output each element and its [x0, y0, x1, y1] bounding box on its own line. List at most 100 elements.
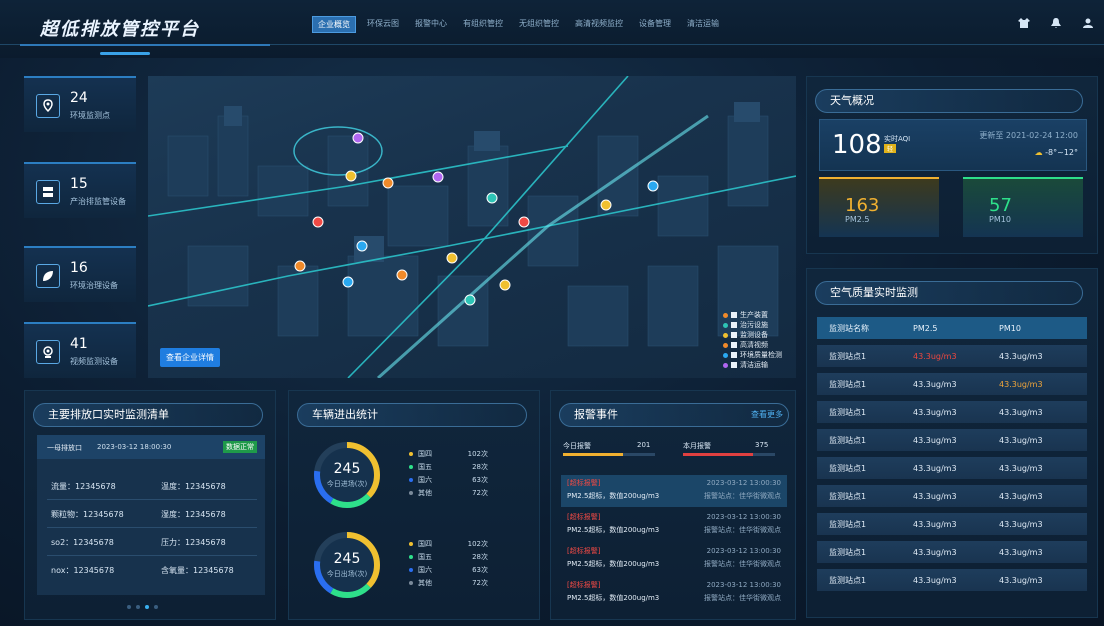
- alarm-time: 2023-03-12 13:00:30: [706, 513, 781, 521]
- column-header: PM10: [999, 323, 1021, 333]
- alarm-item[interactable]: [超标报警] PM2.5超标，数值200ug/m3 2023-03-12 13:…: [561, 543, 787, 575]
- carousel-dot[interactable]: [136, 605, 140, 609]
- station-name: 监测站点1: [829, 379, 867, 389]
- pm25-cell: 43.3ug/m3: [913, 351, 957, 361]
- metric-humidity: 湿度：12345678: [161, 510, 226, 519]
- pm10-cell: 43.3ug/m3: [999, 351, 1043, 361]
- legend-item[interactable]: 环境质量检测: [723, 350, 782, 360]
- legend-item[interactable]: 治污设施: [723, 320, 782, 330]
- legend-item[interactable]: 监测设备: [723, 330, 782, 340]
- list-item: 其他 72次: [409, 486, 488, 499]
- legend-dot: [723, 322, 728, 328]
- nav-item-alarm-center[interactable]: 报警中心: [410, 16, 452, 33]
- legend-label: 高清视频: [740, 341, 768, 349]
- month-bar-fill: [683, 453, 753, 456]
- table-row[interactable]: 监测站点1 43.3ug/m3 43.3ug/m3: [817, 513, 1087, 535]
- checkbox-icon: [731, 352, 737, 358]
- metric-particulate: 颗粒物：12345678: [51, 510, 124, 519]
- view-more-link[interactable]: 查看更多: [751, 409, 783, 420]
- nav-item-video[interactable]: 高清视频监控: [570, 16, 628, 33]
- column-header: PM2.5: [913, 323, 938, 333]
- carousel-dot[interactable]: [154, 605, 158, 609]
- stat-label: 环境治理设备: [70, 281, 118, 290]
- legend-dot: [409, 490, 413, 495]
- discharge-card-header: 一母排放口 2023-03-12 18:00:30 数据正常: [37, 435, 265, 459]
- legend-item[interactable]: 高清视频: [723, 340, 782, 350]
- pm25-cell: 43.3ug/m3: [913, 547, 957, 557]
- checkbox-icon: [731, 342, 737, 348]
- carousel-dot[interactable]: [145, 605, 149, 609]
- alarm-time: 2023-03-12 13:00:30: [706, 547, 781, 555]
- entry-breakdown: 国四 102次 国五 28次 国六 63次 其他 72次: [409, 447, 488, 499]
- month-alarm-value: 375: [755, 441, 769, 449]
- table-row[interactable]: 监测站点1 43.3ug/m3 43.3ug/m3: [817, 401, 1087, 423]
- legend-dot: [409, 567, 413, 572]
- legend-dot: [723, 332, 728, 338]
- list-item: 国四 102次: [409, 447, 488, 460]
- alarm-panel: 报警事件 查看更多 今日报警 201 本月报警 375 [超标报警] PM2.5…: [550, 390, 796, 620]
- leaf-icon: [36, 264, 60, 288]
- alarm-type: [超标报警]: [567, 479, 601, 487]
- alarm-type: [超标报警]: [567, 581, 601, 589]
- column-header: 监测站名称: [829, 323, 869, 333]
- nav-item-transport[interactable]: 清洁运输: [682, 16, 724, 33]
- discharge-card: 一母排放口 2023-03-12 18:00:30 数据正常 流量：123456…: [37, 435, 265, 595]
- legend-item[interactable]: 生产装置: [723, 310, 782, 320]
- alarm-item[interactable]: [超标报警] PM2.5超标，数值200ug/m3 2023-03-12 13:…: [561, 475, 787, 507]
- list-item: 国六 63次: [409, 473, 488, 486]
- view-enterprise-button[interactable]: 查看企业详情: [160, 348, 220, 367]
- nav-item-cloud[interactable]: 环保云图: [362, 16, 404, 33]
- divider: [47, 527, 257, 528]
- table-row[interactable]: 监测站点1 43.3ug/m3 43.3ug/m3: [817, 541, 1087, 563]
- legend-dot: [723, 352, 728, 358]
- alarm-item[interactable]: [超标报警] PM2.5超标，数值200ug/m3 2023-03-12 13:…: [561, 577, 787, 609]
- aqi-level-badge: 轻: [884, 144, 897, 153]
- metric-nox: nox：12345678: [51, 566, 115, 575]
- metric-so2: so2：12345678: [51, 538, 114, 547]
- stat-card-supervision-devices: 15 产治排监管设备: [24, 162, 136, 218]
- table-row[interactable]: 监测站点1 43.3ug/m3 43.3ug/m3: [817, 457, 1087, 479]
- shirt-icon[interactable]: [1018, 18, 1030, 28]
- user-icon[interactable]: [1082, 18, 1094, 28]
- station-name: 监测站点1: [829, 463, 867, 473]
- discharge-panel: 主要排放口实时监测清单 一母排放口 2023-03-12 18:00:30 数据…: [24, 390, 276, 620]
- table-row[interactable]: 监测站点1 43.3ug/m3 43.3ug/m3: [817, 345, 1087, 367]
- entry-count: 245: [333, 461, 361, 477]
- alarm-message: PM2.5超标，数值200ug/m3: [567, 492, 660, 500]
- legend-item[interactable]: 清洁运输: [723, 360, 782, 370]
- bell-icon[interactable]: [1050, 18, 1062, 28]
- nav-item-unorganized[interactable]: 无组织管控: [514, 16, 564, 33]
- entry-label: 今日进场(次): [326, 480, 368, 488]
- nav-item-devices[interactable]: 设备管理: [634, 16, 676, 33]
- list-item: 其他 72次: [409, 576, 488, 589]
- header-icons: [1018, 18, 1094, 28]
- table-row[interactable]: 监测站点1 43.3ug/m3 43.3ug/m3: [817, 569, 1087, 591]
- pm25-cell: 43.3ug/m3: [913, 575, 957, 585]
- pm10-cell: 43.3ug/m3: [999, 435, 1043, 445]
- checkbox-icon: [731, 332, 737, 338]
- alarm-time: 2023-03-12 13:00:30: [706, 479, 781, 487]
- item-label: 国五: [418, 552, 432, 561]
- table-row[interactable]: 监测站点1 43.3ug/m3 43.3ug/m3: [817, 373, 1087, 395]
- metric-temperature: 温度：12345678: [161, 482, 226, 491]
- table-row[interactable]: 监测站点1 43.3ug/m3 43.3ug/m3: [817, 485, 1087, 507]
- table-row[interactable]: 监测站点1 43.3ug/m3 43.3ug/m3: [817, 429, 1087, 451]
- nav-item-organized[interactable]: 有组织管控: [458, 16, 508, 33]
- list-item: 国六 63次: [409, 563, 488, 576]
- weather-panel: 天气概况 108 实时AQI 轻 更新至 2021-02-24 12:00 ☁ …: [806, 76, 1098, 254]
- legend-dot: [409, 464, 413, 469]
- alarm-item[interactable]: [超标报警] PM2.5超标，数值200ug/m3 2023-03-12 13:…: [561, 509, 787, 541]
- pm10-cell: 43.3ug/m3: [999, 407, 1043, 417]
- carousel-dot[interactable]: [127, 605, 131, 609]
- alarm-site: 报警站点：佳华街微观点: [704, 594, 781, 602]
- aqi-label: 实时AQI: [884, 135, 911, 143]
- entry-ring-chart: 245 今日进场(次): [311, 439, 383, 511]
- city-map[interactable]: 生产装置 治污设施 监测设备 高清视频 环境质量检测 清洁运输 查看企业详情: [148, 76, 796, 378]
- location-pin-icon: [36, 94, 60, 118]
- nav-item-overview[interactable]: 企业概览: [312, 16, 356, 33]
- header-bar: 超低排放管控平台 企业概览 环保云图 报警中心 有组织管控 无组织管控 高清视频…: [0, 0, 1104, 58]
- pm10-cell: 43.3ug/m3: [999, 547, 1043, 557]
- item-value: 102次: [467, 449, 488, 458]
- outlet-name: 一母排放口: [47, 444, 82, 452]
- station-name: 监测站点1: [829, 575, 867, 585]
